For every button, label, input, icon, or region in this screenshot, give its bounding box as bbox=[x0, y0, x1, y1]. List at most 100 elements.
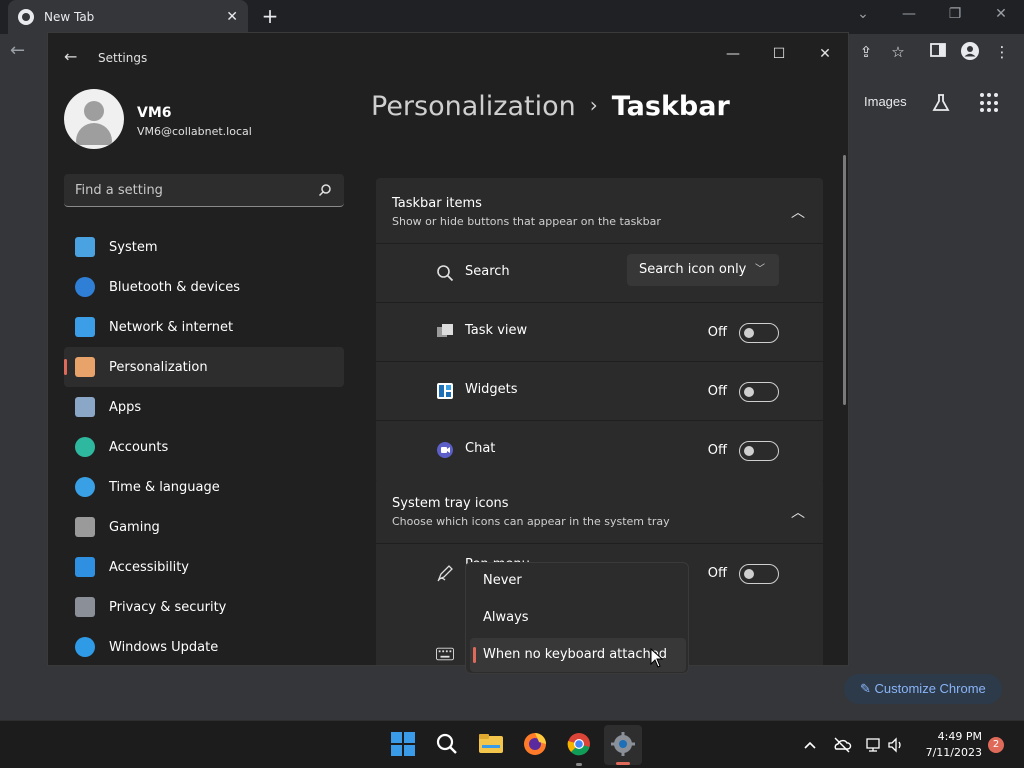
sidebar-item-privacy-security[interactable]: Privacy & security bbox=[64, 587, 344, 627]
taskbar-items-header[interactable]: Taskbar items Show or hide buttons that … bbox=[376, 178, 823, 244]
breadcrumb-separator: › bbox=[589, 93, 598, 117]
side-panel-icon[interactable] bbox=[928, 42, 948, 62]
search-row: Search Search icon only ﹀ bbox=[376, 244, 823, 303]
sidebar-item-label: System bbox=[109, 239, 158, 255]
sidebar-item-label: Network & internet bbox=[109, 319, 234, 335]
bluetooth-icon bbox=[75, 277, 95, 297]
search-label: Search bbox=[465, 264, 510, 279]
chrome-close-button[interactable]: ✕ bbox=[978, 0, 1024, 30]
chrome-favicon-icon bbox=[18, 9, 34, 25]
breadcrumb: Personalization › Taskbar bbox=[371, 91, 730, 122]
labs-flask-icon[interactable] bbox=[930, 92, 952, 114]
search-icon bbox=[436, 264, 454, 282]
file-explorer-icon[interactable] bbox=[478, 731, 504, 757]
sidebar-item-time-language[interactable]: Time & language bbox=[64, 467, 344, 507]
widgets-state: Off bbox=[707, 384, 727, 399]
settings-nav: System Bluetooth & devices Network & inter… bbox=[64, 227, 344, 665]
chrome-minimize-button[interactable]: — bbox=[886, 0, 932, 30]
taskbar-items-title: Taskbar items bbox=[392, 196, 482, 211]
page-title: Taskbar bbox=[611, 91, 730, 122]
sidebar-item-system[interactable]: System bbox=[64, 227, 344, 267]
bookmark-star-icon[interactable]: ☆ bbox=[888, 42, 908, 62]
system-tray-title: System tray icons bbox=[392, 496, 509, 511]
onedrive-offline-icon[interactable] bbox=[832, 735, 852, 755]
task-view-icon bbox=[436, 323, 454, 341]
settings-minimize-button[interactable]: — bbox=[710, 39, 756, 69]
popup-option-never[interactable]: Never bbox=[466, 564, 688, 598]
settings-gear-icon[interactable] bbox=[610, 731, 636, 757]
task-view-toggle[interactable] bbox=[739, 323, 779, 343]
settings-maximize-button[interactable]: ☐ bbox=[756, 39, 802, 69]
taskbar-items-card: Taskbar items Show or hide buttons that … bbox=[376, 178, 823, 480]
settings-running-indicator bbox=[616, 762, 630, 765]
sidebar-item-bluetooth-devices[interactable]: Bluetooth & devices bbox=[64, 267, 344, 307]
keyboard-icon bbox=[436, 647, 454, 661]
sidebar-item-accessibility[interactable]: Accessibility bbox=[64, 547, 344, 587]
find-setting-box bbox=[64, 174, 344, 207]
network-icon[interactable] bbox=[864, 735, 884, 755]
avatar bbox=[64, 89, 124, 149]
chrome-tab[interactable]: New Tab ✕ bbox=[8, 0, 248, 34]
popup-option-label: When no keyboard attached bbox=[483, 647, 667, 662]
task-view-label: Task view bbox=[465, 323, 528, 338]
toggle-knob bbox=[744, 569, 754, 579]
windows-start-icon[interactable] bbox=[390, 731, 416, 757]
sidebar-item-windows-update[interactable]: Windows Update bbox=[64, 627, 344, 665]
controller-icon bbox=[75, 517, 95, 537]
sidebar-item-label: Privacy & security bbox=[109, 599, 227, 615]
share-icon[interactable]: ⇪ bbox=[856, 42, 876, 62]
images-link[interactable]: Images bbox=[864, 94, 907, 109]
settings-app-title: Settings bbox=[98, 51, 148, 65]
system-tray-subtitle: Choose which icons can appear in the sys… bbox=[392, 515, 670, 528]
brush-icon bbox=[75, 357, 95, 377]
profile-icon[interactable] bbox=[960, 42, 980, 62]
chevron-up-icon[interactable]: ︿ bbox=[791, 202, 805, 222]
chat-row: Chat Off bbox=[376, 421, 823, 480]
sidebar-item-label: Windows Update bbox=[109, 639, 219, 655]
google-apps-icon[interactable] bbox=[980, 93, 1000, 113]
back-icon[interactable]: ← bbox=[10, 40, 25, 61]
tab-search-icon[interactable]: ⌄ bbox=[840, 0, 886, 30]
sidebar-item-apps[interactable]: Apps bbox=[64, 387, 344, 427]
clock-time: 4:49 PM bbox=[937, 730, 982, 743]
widgets-toggle[interactable] bbox=[739, 382, 779, 402]
chevron-up-icon[interactable] bbox=[800, 735, 820, 755]
settings-close-button[interactable]: ✕ bbox=[802, 39, 848, 69]
widgets-label: Widgets bbox=[465, 382, 518, 397]
chrome-icon[interactable] bbox=[566, 731, 592, 757]
chrome-restore-button[interactable]: ❐ bbox=[932, 0, 978, 30]
chevron-up-icon[interactable]: ︿ bbox=[791, 502, 805, 522]
pen-menu-toggle[interactable] bbox=[739, 564, 779, 584]
new-tab-button[interactable]: + bbox=[258, 4, 282, 28]
sidebar-item-gaming[interactable]: Gaming bbox=[64, 507, 344, 547]
taskbar-clock[interactable]: 4:49 PM 7/11/2023 bbox=[918, 729, 982, 761]
settings-back-icon[interactable]: ← bbox=[64, 47, 77, 66]
content-scrollbar[interactable] bbox=[843, 155, 846, 405]
popup-option-always[interactable]: Always bbox=[466, 601, 688, 635]
search-dropdown-value: Search icon only bbox=[639, 262, 747, 277]
clock-date: 7/11/2023 bbox=[925, 746, 982, 759]
chrome-menu-icon[interactable]: ⋮ bbox=[992, 42, 1012, 62]
customize-chrome-button[interactable]: ✎ Customize Chrome bbox=[844, 674, 1002, 704]
chat-toggle[interactable] bbox=[739, 441, 779, 461]
breadcrumb-parent[interactable]: Personalization bbox=[371, 91, 576, 122]
notification-badge[interactable]: 2 bbox=[988, 737, 1004, 753]
customize-chrome-label: Customize Chrome bbox=[874, 681, 986, 696]
user-email: VM6@collabnet.local bbox=[137, 125, 252, 138]
system-tray-header[interactable]: System tray icons Choose which icons can… bbox=[376, 478, 823, 544]
sidebar-item-personalization[interactable]: Personalization bbox=[64, 347, 344, 387]
volume-icon[interactable] bbox=[886, 735, 906, 755]
tab-close-icon[interactable]: ✕ bbox=[226, 9, 238, 25]
firefox-icon[interactable] bbox=[522, 731, 548, 757]
chat-label: Chat bbox=[465, 441, 496, 456]
find-setting-input[interactable] bbox=[64, 174, 304, 206]
taskbar-search-icon[interactable] bbox=[434, 731, 460, 757]
sidebar-item-accounts[interactable]: Accounts bbox=[64, 427, 344, 467]
accounts-icon bbox=[75, 437, 95, 457]
sidebar-item-network-internet[interactable]: Network & internet bbox=[64, 307, 344, 347]
task-view-state: Off bbox=[707, 325, 727, 340]
user-name: VM6 bbox=[137, 105, 172, 121]
search-dropdown[interactable]: Search icon only ﹀ bbox=[627, 254, 779, 286]
settings-window: ← Settings — ☐ ✕ VM6 VM6@collabnet.local… bbox=[47, 32, 849, 666]
windows-taskbar: 4:49 PM 7/11/2023 2 bbox=[0, 720, 1024, 768]
